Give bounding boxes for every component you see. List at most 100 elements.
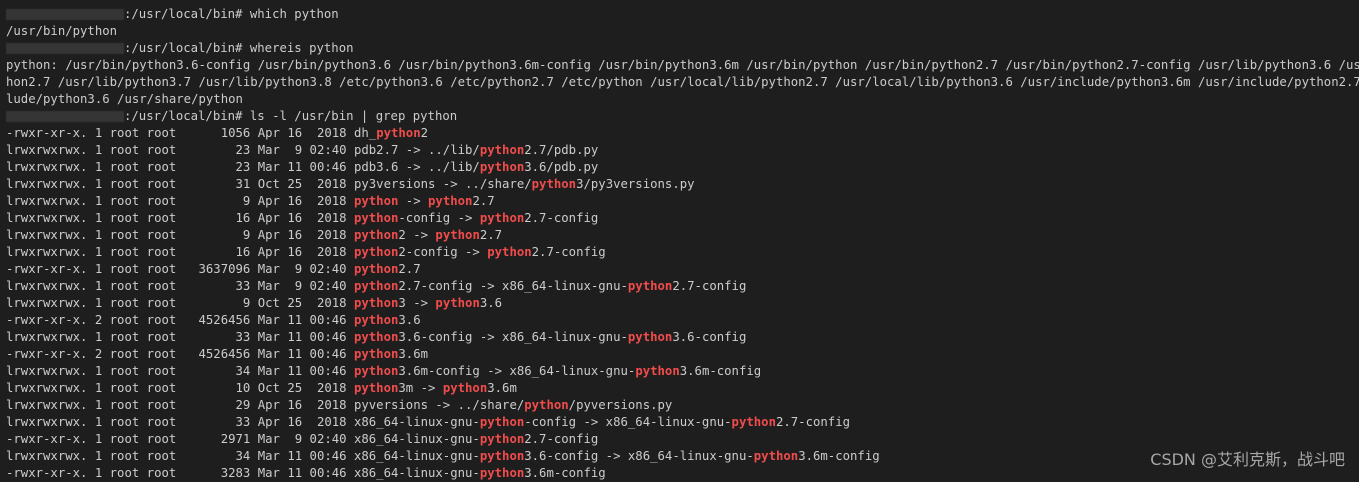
ls-row-filename: python2.7 bbox=[353, 262, 421, 276]
ls-row: lrwxrwxrwx. 1 root root 33 Mar 9 02:40 p… bbox=[6, 278, 1359, 295]
redacted-hostname bbox=[6, 111, 124, 122]
ls-row-meta: lrwxrwxrwx. 1 root root 10 Oct 25 2018 bbox=[6, 381, 354, 395]
grep-match: python bbox=[435, 296, 480, 310]
command-ls: ls -l /usr/bin | grep python bbox=[249, 109, 458, 123]
grep-match: python bbox=[479, 211, 525, 225]
ls-row: -rwxr-xr-x. 1 root root 3637096 Mar 9 02… bbox=[6, 261, 1359, 278]
grep-match: python bbox=[479, 432, 525, 446]
ls-row-filename: python2 -> python2.7 bbox=[353, 228, 503, 242]
grep-match: python bbox=[627, 279, 673, 293]
prompt-line-which: :/usr/local/bin# which python bbox=[6, 6, 1359, 23]
grep-match: python bbox=[353, 364, 399, 378]
ls-row: lrwxrwxrwx. 1 root root 29 Apr 16 2018 p… bbox=[6, 397, 1359, 414]
grep-match: python bbox=[731, 415, 776, 429]
ls-row-meta: -rwxr-xr-x. 1 root root 3637096 Mar 9 02… bbox=[6, 262, 354, 276]
ls-row-meta: -rwxr-xr-x. 2 root root 4526456 Mar 11 0… bbox=[6, 313, 354, 327]
ls-row: lrwxrwxrwx. 1 root root 33 Mar 11 00:46 … bbox=[6, 329, 1359, 346]
prompt-path: :/usr/local/bin# bbox=[124, 7, 243, 21]
prompt-path: :/usr/local/bin# bbox=[124, 109, 243, 123]
grep-match: python bbox=[479, 466, 525, 480]
grep-match: python bbox=[353, 330, 399, 344]
ls-row: lrwxrwxrwx. 1 root root 16 Apr 16 2018 p… bbox=[6, 244, 1359, 261]
grep-match: python bbox=[442, 381, 488, 395]
ls-row-filename: python3m -> python3.6m bbox=[353, 381, 517, 395]
ls-row-meta: -rwxr-xr-x. 1 root root 1056 Apr 16 2018 bbox=[6, 126, 354, 140]
grep-match: python bbox=[479, 449, 525, 463]
ls-row: lrwxrwxrwx. 1 root root 34 Mar 11 00:46 … bbox=[6, 363, 1359, 380]
ls-row-filename: x86_64-linux-gnu-python3.6-config -> x86… bbox=[353, 449, 880, 463]
ls-row-filename: python3 -> python3.6 bbox=[353, 296, 503, 310]
grep-match: python bbox=[524, 398, 569, 412]
ls-row: lrwxrwxrwx. 1 root root 9 Apr 16 2018 py… bbox=[6, 193, 1359, 210]
grep-match: python bbox=[353, 194, 399, 208]
ls-row: lrwxrwxrwx. 1 root root 23 Mar 9 02:40 p… bbox=[6, 142, 1359, 159]
grep-match: python bbox=[353, 296, 399, 310]
grep-match: python bbox=[353, 347, 399, 361]
ls-row-meta: lrwxrwxrwx. 1 root root 16 Apr 16 2018 bbox=[6, 245, 354, 259]
ls-row-filename: dh_python2 bbox=[353, 126, 429, 140]
ls-row: lrwxrwxrwx. 1 root root 9 Apr 16 2018 py… bbox=[6, 227, 1359, 244]
ls-row: lrwxrwxrwx. 1 root root 16 Apr 16 2018 p… bbox=[6, 210, 1359, 227]
ls-row-filename: python3.6 bbox=[353, 313, 421, 327]
ls-row-meta: lrwxrwxrwx. 1 root root 9 Apr 16 2018 bbox=[6, 228, 354, 242]
grep-match: python bbox=[353, 245, 399, 259]
grep-match: python bbox=[353, 279, 399, 293]
ls-row: -rwxr-xr-x. 1 root root 1056 Apr 16 2018… bbox=[6, 125, 1359, 142]
ls-row-meta: -rwxr-xr-x. 2 root root 4526456 Mar 11 0… bbox=[6, 347, 354, 361]
watermark: CSDN @艾利克斯，战斗吧 bbox=[1150, 450, 1345, 469]
ls-row-meta: lrwxrwxrwx. 1 root root 23 Mar 11 00:46 bbox=[6, 160, 354, 174]
grep-match: python bbox=[353, 228, 399, 242]
ls-row: -rwxr-xr-x. 2 root root 4526456 Mar 11 0… bbox=[6, 346, 1359, 363]
grep-match: python bbox=[487, 245, 532, 259]
redacted-hostname bbox=[6, 9, 124, 20]
whereis-output-line: python: /usr/bin/python3.6-config /usr/b… bbox=[6, 58, 1359, 72]
grep-match: python bbox=[353, 211, 399, 225]
ls-row-filename: pyversions -> ../share/python/pyversions… bbox=[353, 398, 673, 412]
grep-match: python bbox=[428, 194, 473, 208]
ls-row-meta: lrwxrwxrwx. 1 root root 33 Mar 11 00:46 bbox=[6, 330, 354, 344]
grep-match: python bbox=[376, 126, 421, 140]
ls-row-filename: python3.6-config -> x86_64-linux-gnu-pyt… bbox=[353, 330, 747, 344]
ls-row-filename: x86_64-linux-gnu-python-config -> x86_64… bbox=[353, 415, 851, 429]
ls-row: -rwxr-xr-x. 2 root root 4526456 Mar 11 0… bbox=[6, 312, 1359, 329]
ls-row-filename: python-config -> python2.7-config bbox=[353, 211, 599, 225]
ls-row-filename: py3versions -> ../share/python3/py3versi… bbox=[353, 177, 695, 191]
ls-row-filename: python -> python2.7 bbox=[353, 194, 495, 208]
grep-match: python bbox=[531, 177, 577, 191]
grep-match: python bbox=[753, 449, 799, 463]
ls-row-filename: python2-config -> python2.7-config bbox=[353, 245, 606, 259]
grep-match: python bbox=[479, 160, 525, 174]
ls-row-meta: lrwxrwxrwx. 1 root root 9 Apr 16 2018 bbox=[6, 194, 354, 208]
redacted-hostname bbox=[6, 43, 124, 54]
grep-match: python bbox=[435, 228, 480, 242]
ls-row-meta: lrwxrwxrwx. 1 root root 16 Apr 16 2018 bbox=[6, 211, 354, 225]
prompt-line-whereis: :/usr/local/bin# whereis python bbox=[6, 40, 1359, 57]
ls-row-meta: lrwxrwxrwx. 1 root root 33 Apr 16 2018 bbox=[6, 415, 354, 429]
ls-row-filename: python3.6m-config -> x86_64-linux-gnu-py… bbox=[353, 364, 762, 378]
grep-match: python bbox=[353, 381, 399, 395]
grep-match: python bbox=[635, 364, 680, 378]
ls-row-meta: -rwxr-xr-x. 1 root root 2971 Mar 9 02:40 bbox=[6, 432, 354, 446]
ls-row: lrwxrwxrwx. 1 root root 33 Apr 16 2018 x… bbox=[6, 414, 1359, 431]
ls-row-filename: x86_64-linux-gnu-python2.7-config bbox=[353, 432, 599, 446]
ls-row-meta: -rwxr-xr-x. 1 root root 3283 Mar 11 00:4… bbox=[6, 466, 354, 480]
terminal-window[interactable]: :/usr/local/bin# which python /usr/bin/p… bbox=[0, 0, 1359, 482]
ls-output: -rwxr-xr-x. 1 root root 1056 Apr 16 2018… bbox=[6, 125, 1359, 482]
ls-row-filename: x86_64-linux-gnu-python3.6m-config bbox=[353, 466, 606, 480]
ls-row: lrwxrwxrwx. 1 root root 9 Oct 25 2018 py… bbox=[6, 295, 1359, 312]
grep-match: python bbox=[353, 313, 399, 327]
grep-match: python bbox=[627, 330, 673, 344]
grep-match: python bbox=[479, 415, 525, 429]
ls-row-meta: lrwxrwxrwx. 1 root root 9 Oct 25 2018 bbox=[6, 296, 354, 310]
which-output: /usr/bin/python bbox=[6, 24, 118, 38]
ls-row-meta: lrwxrwxrwx. 1 root root 34 Mar 11 00:46 bbox=[6, 449, 354, 463]
command-which: which python bbox=[249, 7, 339, 21]
whereis-output-line: lude/python3.6 /usr/share/python bbox=[6, 92, 243, 106]
prompt-line-ls: :/usr/local/bin# ls -l /usr/bin | grep p… bbox=[6, 108, 1359, 125]
ls-row-meta: lrwxrwxrwx. 1 root root 31 Oct 25 2018 bbox=[6, 177, 354, 191]
ls-row-filename: pdb2.7 -> ../lib/python2.7/pdb.py bbox=[353, 143, 599, 157]
ls-row-meta: lrwxrwxrwx. 1 root root 33 Mar 9 02:40 bbox=[6, 279, 354, 293]
grep-match: python bbox=[479, 143, 525, 157]
command-whereis: whereis python bbox=[249, 41, 354, 55]
ls-row-filename: python3.6m bbox=[353, 347, 429, 361]
